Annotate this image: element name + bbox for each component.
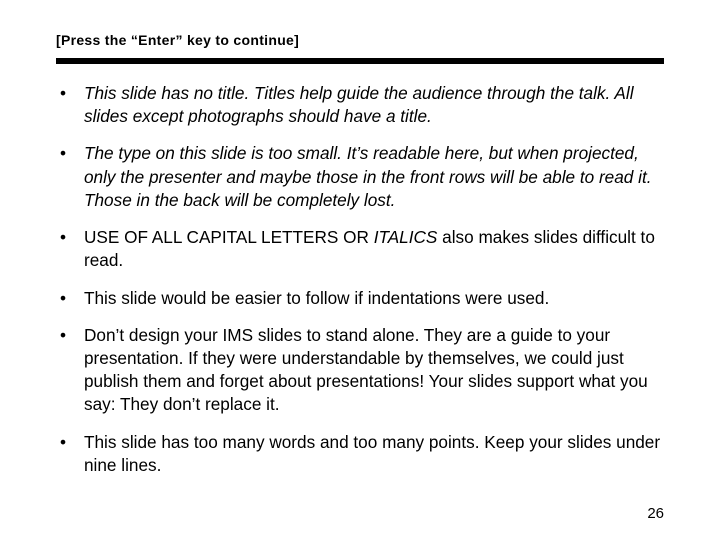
bullet-item: •This slide would be easier to follow if… [56,287,664,310]
bullet-item: •This slide has too many words and too m… [56,431,664,477]
bullet-list: •This slide has no title. Titles help gu… [56,82,664,477]
bullet-item: •Don’t design your IMS slides to stand a… [56,324,664,417]
page-number: 26 [647,505,664,522]
bullet-dot-icon: • [56,142,84,165]
bullet-text: Don’t design your IMS slides to stand al… [84,324,664,417]
bullet-text: This slide would be easier to follow if … [84,287,664,310]
bullet-dot-icon: • [56,324,84,347]
bullet-item: •This slide has no title. Titles help gu… [56,82,664,128]
bullet-text: This slide has too many words and too ma… [84,431,664,477]
bullet-dot-icon: • [56,287,84,310]
bullet-text: USE OF ALL CAPITAL LETTERS OR ITALICS al… [84,226,664,272]
divider [56,58,664,64]
bullet-dot-icon: • [56,226,84,249]
bullet-dot-icon: • [56,82,84,105]
instruction-text: [Press the “Enter” key to continue] [56,32,664,48]
bullet-dot-icon: • [56,431,84,454]
bullet-item: •The type on this slide is too small. It… [56,142,664,212]
slide: [Press the “Enter” key to continue] •Thi… [0,0,720,540]
bullet-item: •USE OF ALL CAPITAL LETTERS OR ITALICS a… [56,226,664,272]
bullet-text: The type on this slide is too small. It’… [84,142,664,212]
bullet-text: This slide has no title. Titles help gui… [84,82,664,128]
